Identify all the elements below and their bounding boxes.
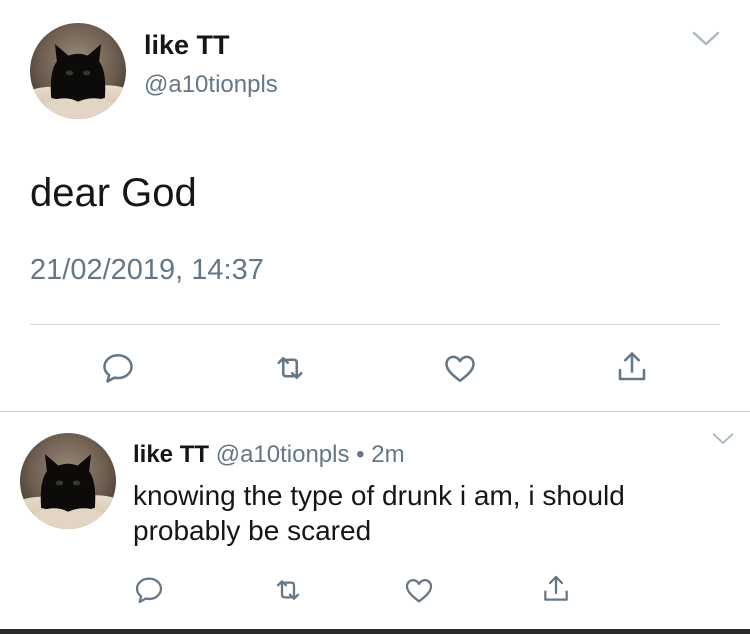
avatar[interactable] bbox=[20, 433, 116, 529]
reply-header: like TT @a10tionpls • 2m bbox=[133, 441, 405, 469]
reply-icon[interactable] bbox=[133, 574, 165, 606]
reply-icon[interactable] bbox=[100, 350, 136, 386]
like-icon[interactable] bbox=[442, 350, 478, 386]
divider bbox=[30, 324, 720, 325]
relative-time[interactable]: 2m bbox=[371, 441, 404, 468]
user-handle[interactable]: @a10tionpls bbox=[144, 71, 278, 99]
share-icon[interactable] bbox=[540, 572, 572, 606]
divider bbox=[0, 411, 750, 412]
avatar[interactable] bbox=[30, 23, 126, 119]
chevron-down-icon[interactable] bbox=[692, 30, 720, 48]
share-icon[interactable] bbox=[614, 348, 650, 386]
tweet-text: knowing the type of drunk i am, i should… bbox=[133, 480, 625, 546]
tweet-timestamp: 21/02/2019, 14:37 bbox=[30, 254, 264, 286]
display-name[interactable]: like TT bbox=[133, 441, 209, 468]
retweet-icon[interactable] bbox=[271, 574, 305, 606]
separator-dot: • bbox=[356, 441, 365, 468]
display-name[interactable]: like TT bbox=[144, 30, 230, 61]
tweet-text: dear God bbox=[30, 171, 197, 215]
like-icon[interactable] bbox=[403, 574, 435, 606]
divider bbox=[0, 629, 750, 634]
main-tweet: like TT @a10tionpls dear God 21/02/2019,… bbox=[0, 0, 750, 412]
user-handle[interactable]: @a10tionpls bbox=[216, 441, 350, 468]
chevron-down-icon[interactable] bbox=[710, 432, 736, 446]
retweet-icon[interactable] bbox=[271, 350, 309, 386]
